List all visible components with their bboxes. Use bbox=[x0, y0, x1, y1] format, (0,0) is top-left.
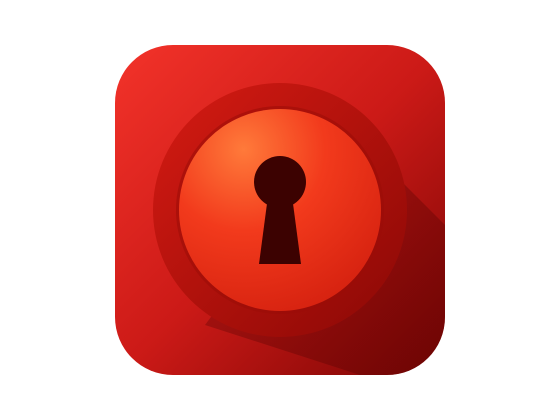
canvas bbox=[0, 0, 560, 420]
keyhole-lock-app-icon[interactable] bbox=[0, 0, 560, 420]
